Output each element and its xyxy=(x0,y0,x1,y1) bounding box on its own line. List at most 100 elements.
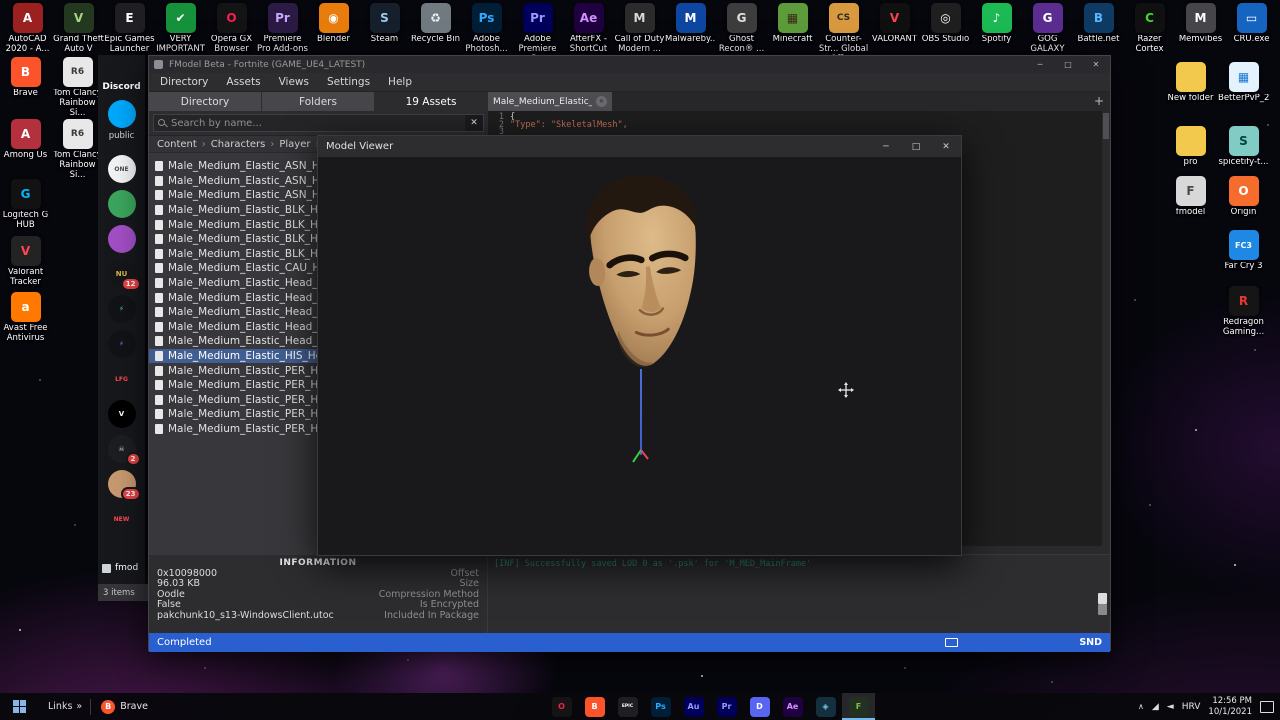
app-icon: ▦ xyxy=(1228,62,1259,92)
menubar: Directory Assets Views Settings Help xyxy=(149,73,1110,92)
desktop-icon-label: Origin xyxy=(1230,208,1257,217)
app-icon: Ae xyxy=(782,696,803,717)
information-panel: INFORMATION 0x10098000 Offset 96.03 KB S… xyxy=(149,554,1110,634)
fmodel-titlebar[interactable]: FModel Beta - Fortnite (GAME_UE4_LATEST)… xyxy=(149,56,1110,73)
tab-close-icon[interactable]: ✕ xyxy=(596,96,607,107)
menu-item[interactable]: Settings xyxy=(318,76,379,88)
maximize-button[interactable]: □ xyxy=(1054,56,1082,73)
discord-server-icon[interactable]: NEW xyxy=(107,505,136,533)
start-button[interactable] xyxy=(0,693,40,720)
discord-server-icon[interactable] xyxy=(107,100,136,128)
search-input[interactable] xyxy=(154,117,465,129)
log-output[interactable]: [INF] Successfully saved LOD 0 as '.psk'… xyxy=(488,555,1096,634)
document-tab[interactable]: Male_Medium_Elastic_HIS... ✕ xyxy=(488,92,612,111)
desktop-icon[interactable]: ▦ BetterPvP_2... xyxy=(1218,62,1269,104)
status-snd: SND xyxy=(1079,637,1102,648)
discord-server-icon[interactable] xyxy=(107,225,136,253)
discord-server-icon[interactable]: ⚡ xyxy=(107,295,136,323)
tray-expand-icon[interactable]: ∧ xyxy=(1138,702,1144,711)
discord-server-icon[interactable]: 23 xyxy=(107,470,141,501)
breadcrumb-item[interactable]: Content xyxy=(157,139,197,150)
taskbar-app-button[interactable]: Pr xyxy=(710,693,743,720)
system-tray: ∧ ◢ ◄ HRV 12:56 PM 10/1/2021 xyxy=(1138,693,1280,720)
server-name-label: public xyxy=(108,131,135,141)
info-value: Oodle xyxy=(157,588,185,600)
status-display-icon xyxy=(945,638,958,647)
desktop-icon[interactable]: New folder xyxy=(1165,62,1216,104)
discord-server-icon[interactable]: ONE xyxy=(107,155,136,183)
close-button[interactable]: ✕ xyxy=(931,136,961,157)
volume-icon[interactable]: ◄ xyxy=(1167,702,1174,712)
windows-logo-icon xyxy=(13,699,27,714)
discord-server-icon[interactable]: NU 12 xyxy=(107,260,141,291)
discord-server-icon[interactable]: ☠ 2 xyxy=(107,435,141,466)
menu-item[interactable]: Help xyxy=(379,76,421,88)
network-icon[interactable]: ◢ xyxy=(1152,702,1159,712)
desktop-icon[interactable]: S spicetify-t... xyxy=(1218,126,1269,168)
taskbar-app-button[interactable]: Au xyxy=(677,693,710,720)
code-line: 2 "Type": "SkeletalMesh", xyxy=(488,121,1102,130)
information-block: INFORMATION 0x10098000 Offset 96.03 KB S… xyxy=(149,555,488,634)
viewport-3d[interactable] xyxy=(318,157,961,555)
menu-item[interactable]: Views xyxy=(270,76,318,88)
model-viewer-titlebar[interactable]: Model Viewer ─ □ ✕ xyxy=(318,136,961,157)
search-box: ✕ xyxy=(153,114,484,132)
skeleton-bone-line xyxy=(640,369,642,455)
package-file-icon[interactable] xyxy=(1098,604,1107,615)
new-tab-button[interactable]: + xyxy=(1088,92,1110,111)
keyboard-layout[interactable]: HRV xyxy=(1182,702,1201,712)
taskbar-app-button[interactable]: Ps xyxy=(644,693,677,720)
minimize-button[interactable]: ─ xyxy=(871,136,901,157)
code-scrollbar[interactable] xyxy=(1102,111,1110,554)
menu-item[interactable]: Directory xyxy=(151,76,217,88)
desktop-icon[interactable]: O Origin xyxy=(1218,176,1269,218)
clear-search-icon[interactable]: ✕ xyxy=(465,115,483,131)
discord-server-icon[interactable]: V xyxy=(107,400,136,428)
discord-server-icon[interactable]: ⚡ xyxy=(107,330,136,358)
file-icon xyxy=(155,161,163,172)
breadcrumb-item[interactable]: Player xyxy=(265,139,310,150)
clock[interactable]: 12:56 PM 10/1/2021 xyxy=(1208,696,1252,717)
desktop-icon[interactable]: F fmodel xyxy=(1165,176,1216,218)
menu-item[interactable]: Assets xyxy=(217,76,269,88)
discord-server-icon[interactable]: LFG xyxy=(107,365,136,393)
app-icon: O xyxy=(1228,176,1259,206)
status-text: Completed xyxy=(157,637,212,648)
time: 12:56 PM xyxy=(1212,695,1252,706)
discord-server-icon[interactable] xyxy=(107,190,136,218)
panel-tab[interactable]: Folders xyxy=(262,92,375,111)
file-icon xyxy=(155,365,163,376)
app-icon: Au xyxy=(683,696,704,717)
taskbar-app-button[interactable]: D xyxy=(743,693,776,720)
close-button[interactable]: ✕ xyxy=(1082,56,1110,73)
panel-tab[interactable]: Directory xyxy=(149,92,262,111)
date: 10/1/2021 xyxy=(1208,706,1252,717)
export-file-icon[interactable] xyxy=(1098,593,1107,604)
breadcrumb-item[interactable]: Characters xyxy=(197,139,266,150)
links-toolbar[interactable]: Links » xyxy=(40,701,90,712)
taskbar-app-button[interactable]: Ae xyxy=(776,693,809,720)
maximize-button[interactable]: □ xyxy=(901,136,931,157)
minimize-button[interactable]: ─ xyxy=(1026,56,1054,73)
desktop-icon[interactable]: pro xyxy=(1165,126,1216,168)
file-icon xyxy=(155,219,163,230)
app-icon: O xyxy=(551,696,572,717)
taskbar: Links » B Brave O B EPIC Ps Au Pr D Ae ◈… xyxy=(0,693,1280,720)
scrollbar-thumb[interactable] xyxy=(1103,113,1109,139)
taskbar-app-button[interactable]: O xyxy=(545,693,578,720)
taskbar-app-button[interactable]: B xyxy=(578,693,611,720)
explorer-title: fmod xyxy=(115,563,139,573)
desktop-icon[interactable]: R Redragon Gaming... xyxy=(1218,286,1269,338)
action-center-icon[interactable] xyxy=(1260,700,1274,713)
taskbar-app-button[interactable]: EPIC xyxy=(611,693,644,720)
desktop-icon[interactable]: FC3 Far Cry 3 xyxy=(1218,230,1269,272)
desktop: A AutoCAD 2020 - A... V Grand Theft Auto… xyxy=(0,0,1280,720)
file-icon xyxy=(155,380,163,391)
taskbar-app-button[interactable]: ◈ xyxy=(809,693,842,720)
taskbar-app-button[interactable]: F xyxy=(842,693,875,720)
panel-tab[interactable]: 19 Assets xyxy=(375,92,488,111)
file-icon xyxy=(155,409,163,420)
document-tab-label: Male_Medium_Elastic_HIS... xyxy=(493,96,592,107)
app-icon: D xyxy=(749,696,770,717)
brave-toolbar[interactable]: B Brave xyxy=(91,699,158,714)
